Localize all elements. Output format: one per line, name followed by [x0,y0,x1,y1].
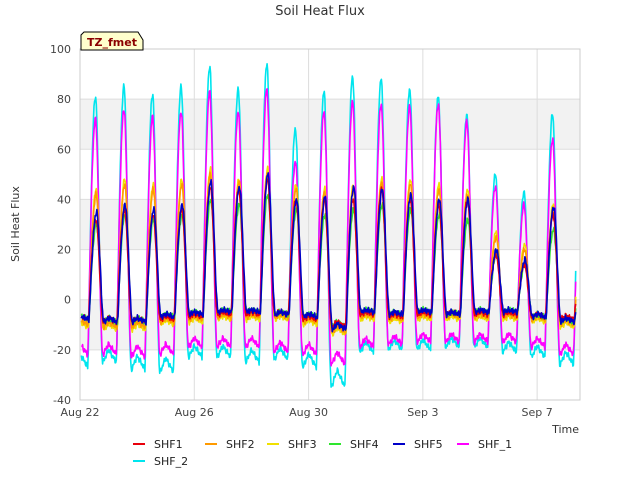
y-tick-label: 100 [50,43,71,56]
legend-label-shf-2: SHF_2 [154,455,188,468]
y-tick-label: 0 [64,294,71,307]
legend: SHF1 SHF2 SHF3 SHF4 SHF5 SHF_1 SHF_2 [133,438,512,468]
station-badge: TZ_fmet [80,31,144,51]
y-tick-label: 40 [57,193,71,206]
x-tick-label: Sep 7 [522,406,553,419]
y-tick-label: 60 [57,143,71,156]
legend-label-shf3: SHF3 [288,438,317,451]
y-tick-label: 20 [57,244,71,257]
y-axis-title: Soil Heat Flux [9,186,22,262]
legend-label-shf2: SHF2 [226,438,255,451]
y-tick-label: 80 [57,93,71,106]
chart-title: Soil Heat Flux [275,4,365,19]
legend-label-shf4: SHF4 [350,438,379,451]
legend-label-shf1: SHF1 [154,438,183,451]
x-tick-label: Aug 22 [61,406,100,419]
soil-heat-flux-chart: Soil Heat Flux -40-20020406080100Aug 22 A… [9,4,581,468]
x-tick-label: Aug 26 [175,406,214,419]
badge-label: TZ_fmet [87,36,137,49]
x-tick-label: Sep 3 [407,406,438,419]
legend-label-shf5: SHF5 [414,438,443,451]
y-tick-label: -20 [53,344,71,357]
x-tick-label: Aug 30 [289,406,328,419]
legend-label-shf-1: SHF_1 [478,438,512,451]
x-axis-title: Time [551,423,579,436]
